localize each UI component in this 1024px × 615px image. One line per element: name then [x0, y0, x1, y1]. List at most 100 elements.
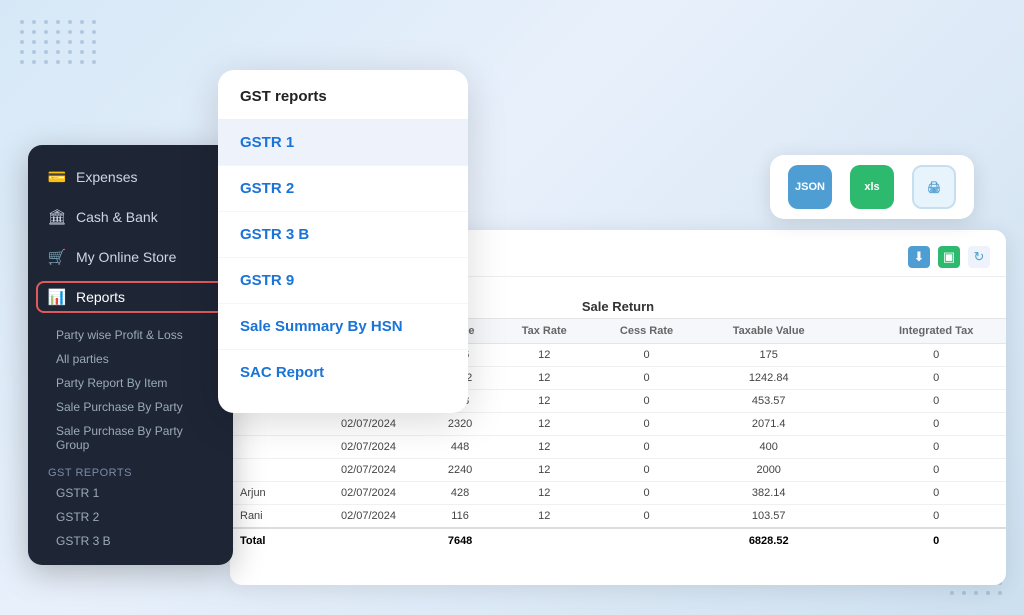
footer-extra [837, 528, 867, 553]
cell-tax-rate: 12 [496, 459, 592, 482]
cell-extra [837, 436, 867, 459]
gst-dropdown-panel: GST reports GSTR 1 GSTR 2 GSTR 3 B GSTR … [218, 70, 468, 413]
action-buttons-panel: JSON xls 🖨 [770, 155, 974, 219]
cell-date: 02/07/2024 [313, 413, 424, 436]
cell-cess-rate: 0 [592, 413, 700, 436]
cell-integrated-tax: 0 [866, 390, 1006, 413]
print-button[interactable]: 🖨 [912, 165, 956, 209]
col-taxable-value: Taxable Value [701, 319, 837, 344]
sidebar-item-cash-bank-label: Cash & Bank [76, 209, 158, 225]
cell-extra [837, 413, 867, 436]
cell-extra [837, 482, 867, 505]
cell-value: 2320 [424, 413, 496, 436]
cell-cess-rate: 0 [592, 436, 700, 459]
toolbar-icon-blue[interactable]: ⬇ [908, 246, 930, 268]
gst-item-gstr3b[interactable]: GSTR 3 B [218, 212, 468, 258]
cell-cess-rate: 0 [592, 344, 700, 367]
cell-cess-rate: 0 [592, 482, 700, 505]
cell-name: Rani [230, 505, 313, 529]
cell-integrated-tax: 0 [866, 367, 1006, 390]
cell-tax-rate: 12 [496, 390, 592, 413]
cell-name [230, 413, 313, 436]
sidebar-item-my-online-store[interactable]: 🛒 My Online Store [28, 237, 233, 277]
cell-tax-rate: 12 [496, 482, 592, 505]
xls-export-button[interactable]: xls [850, 165, 894, 209]
cell-tax-rate: 12 [496, 344, 592, 367]
footer-tax-rate [496, 528, 592, 553]
table-row: 02/07/2024 448 12 0 400 0 [230, 436, 1006, 459]
cash-bank-icon: 🏛 [48, 208, 66, 226]
table-footer-row: Total 7648 6828.52 0 [230, 528, 1006, 553]
col-cess-rate: Cess Rate [592, 319, 700, 344]
sidebar-sub-gstr3b[interactable]: GSTR 3 B [28, 529, 233, 553]
sidebar-sub-all-parties[interactable]: All parties [28, 347, 233, 371]
table-row: 02/07/2024 2240 12 0 2000 0 [230, 459, 1006, 482]
cell-taxable-value: 400 [701, 436, 837, 459]
sidebar-sub-party-report-by-item[interactable]: Party Report By Item [28, 371, 233, 395]
cell-extra [837, 367, 867, 390]
cell-name [230, 459, 313, 482]
sidebar-sub-gstr1[interactable]: GSTR 1 [28, 481, 233, 505]
gst-item-gstr2[interactable]: GSTR 2 [218, 166, 468, 212]
cell-taxable-value: 1242.84 [701, 367, 837, 390]
cell-tax-rate: 12 [496, 413, 592, 436]
cell-value: 428 [424, 482, 496, 505]
sidebar-sub-sale-purchase-by-party-group[interactable]: Sale Purchase By Party Group [28, 419, 233, 457]
cell-taxable-value: 175 [701, 344, 837, 367]
col-extra [837, 319, 867, 344]
cell-cess-rate: 0 [592, 367, 700, 390]
sidebar-sub-party-profit-loss[interactable]: Party wise Profit & Loss [28, 323, 233, 347]
cell-taxable-value: 2000 [701, 459, 837, 482]
footer-date [313, 528, 424, 553]
footer-taxable-value: 6828.52 [701, 528, 837, 553]
table-row: 02/07/2024 2320 12 0 2071.4 0 [230, 413, 1006, 436]
cell-cess-rate: 0 [592, 390, 700, 413]
reports-icon: 📊 [48, 288, 66, 306]
json-export-button[interactable]: JSON [788, 165, 832, 209]
print-icon: 🖨 [927, 181, 941, 194]
cell-taxable-value: 103.57 [701, 505, 837, 529]
footer-cess-rate [592, 528, 700, 553]
cell-value: 448 [424, 436, 496, 459]
cell-value: 116 [424, 505, 496, 529]
cell-date: 02/07/2024 [313, 436, 424, 459]
cell-name: Arjun [230, 482, 313, 505]
sidebar-item-cash-bank[interactable]: 🏛 Cash & Bank [28, 197, 233, 237]
cell-tax-rate: 12 [496, 436, 592, 459]
footer-integrated-tax: 0 [866, 528, 1006, 553]
cell-integrated-tax: 0 [866, 413, 1006, 436]
sidebar: 💳 Expenses 🏛 Cash & Bank 🛒 My Online Sto… [28, 145, 233, 565]
cell-name [230, 436, 313, 459]
cell-integrated-tax: 0 [866, 459, 1006, 482]
cell-date: 02/07/2024 [313, 482, 424, 505]
cell-extra [837, 390, 867, 413]
gst-item-gstr1[interactable]: GSTR 1 [218, 120, 468, 166]
sidebar-item-reports-label: Reports [76, 289, 125, 305]
dot-pattern-topleft [20, 20, 98, 64]
gst-item-sale-summary-by-hsn[interactable]: Sale Summary By HSN [218, 304, 468, 350]
sidebar-item-reports[interactable]: 📊 Reports [28, 277, 233, 317]
my-online-store-icon: 🛒 [48, 248, 66, 266]
gst-item-sac-report[interactable]: SAC Report [218, 350, 468, 395]
col-tax-rate: Tax Rate [496, 319, 592, 344]
toolbar-icon-light[interactable]: ↻ [968, 246, 990, 268]
toolbar-icon-green[interactable]: ▣ [938, 246, 960, 268]
footer-value: 7648 [424, 528, 496, 553]
gst-item-gstr9[interactable]: GSTR 9 [218, 258, 468, 304]
sidebar-sub-sale-purchase-by-party[interactable]: Sale Purchase By Party [28, 395, 233, 419]
sidebar-sub-gstr2[interactable]: GSTR 2 [28, 505, 233, 529]
cell-integrated-tax: 0 [866, 505, 1006, 529]
cell-extra [837, 344, 867, 367]
table-row: Arjun 02/07/2024 428 12 0 382.14 0 [230, 482, 1006, 505]
gst-panel-title: GST reports [218, 88, 468, 120]
cell-taxable-value: 453.57 [701, 390, 837, 413]
cell-cess-rate: 0 [592, 505, 700, 529]
table-row: Rani 02/07/2024 116 12 0 103.57 0 [230, 505, 1006, 529]
cell-taxable-value: 2071.4 [701, 413, 837, 436]
cell-extra [837, 459, 867, 482]
expenses-icon: 💳 [48, 168, 66, 186]
cell-integrated-tax: 0 [866, 436, 1006, 459]
gst-reports-section-label: GST reports [28, 461, 233, 481]
cell-integrated-tax: 0 [866, 482, 1006, 505]
sidebar-item-expenses[interactable]: 💳 Expenses [28, 157, 233, 197]
